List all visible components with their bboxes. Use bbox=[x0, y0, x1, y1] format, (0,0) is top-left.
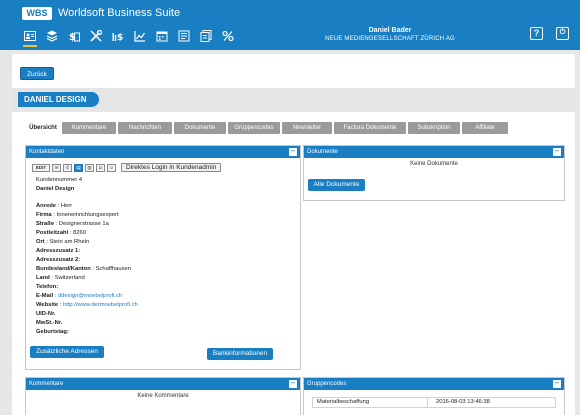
field-telefon: Telefon: bbox=[36, 284, 59, 290]
kontaktdaten-header: Kontaktdaten – bbox=[26, 146, 300, 158]
mail-icon[interactable]: ✉ bbox=[52, 163, 61, 172]
field-firma: Firma : Inneneinrichtungsexpert bbox=[36, 212, 119, 218]
bank-info-button[interactable]: Bankinformationen bbox=[207, 348, 273, 360]
top-bar: WBS Worldsoft Business Suite $ $ Daniel … bbox=[0, 0, 580, 50]
gruppencodes-panel: Gruppencodes – Materialbeschaffung 2016-… bbox=[303, 377, 565, 415]
tab-affiliate[interactable]: Affiliate bbox=[462, 122, 508, 134]
chart-icon[interactable] bbox=[129, 27, 151, 45]
collapse-icon[interactable]: – bbox=[289, 148, 297, 156]
tab-kommentare[interactable]: Kommentare bbox=[62, 122, 116, 134]
documents-icon[interactable] bbox=[195, 27, 217, 45]
field-geburtstag: Geburtstag: bbox=[36, 329, 69, 335]
tab-gruppencodes[interactable]: Gruppencodes bbox=[228, 122, 280, 134]
gruppencode-date: 2016-08-03 13:46:38 bbox=[436, 399, 490, 405]
kommentare-title: Kommentare bbox=[29, 381, 64, 387]
list-icon[interactable] bbox=[173, 27, 195, 45]
user-icon[interactable]: ☺ bbox=[107, 163, 116, 172]
tools-icon[interactable] bbox=[85, 27, 107, 45]
user-name[interactable]: Daniel Bader bbox=[300, 27, 480, 34]
contact-toolbar: EDIT ✉ ✆ ▤ ▥ ◘ ☺ Direktes Login in Kunde… bbox=[32, 163, 222, 172]
field-adresszusatz-1: Adresszusatz 1: bbox=[36, 248, 81, 254]
pdf-icon[interactable]: ▤ bbox=[74, 163, 83, 172]
kontaktdaten-title: Kontaktdaten bbox=[29, 149, 65, 155]
tab-bar: Übersicht Kommentare Nachrichten Dokumen… bbox=[26, 122, 508, 134]
tab-subskription[interactable]: Subskription bbox=[408, 122, 460, 134]
field-email: E-Mail : ddesign@moebelprofi.ch bbox=[36, 293, 123, 299]
back-button[interactable]: Zurück bbox=[20, 67, 54, 80]
no-documents-text: Keine Dokumente bbox=[410, 161, 458, 167]
money-icon[interactable]: $ bbox=[63, 27, 85, 45]
no-comments-text: Keine Kommentare bbox=[137, 393, 189, 399]
field-mwst: MwSt.-Nr. bbox=[36, 320, 63, 326]
field-anrede: Anrede : Herr bbox=[36, 203, 73, 209]
website-link[interactable]: http://www.dermoebelprofi.ch bbox=[63, 302, 138, 308]
dollar-icon[interactable]: $ bbox=[107, 27, 129, 45]
tab-nachrichten[interactable]: Nachrichten bbox=[118, 122, 172, 134]
user-company: NEUE MEDIENGESELLSCHAFT ZÜRICH AG bbox=[325, 36, 455, 42]
field-website: Website : http://www.dermoebelprofi.ch bbox=[36, 302, 138, 308]
field-plz: Postleitzahl : 8260 bbox=[36, 230, 86, 236]
customer-number: Kundennummer 4 bbox=[36, 177, 83, 183]
field-land: Land : Switzerland bbox=[36, 275, 85, 281]
dokumente-panel: Dokumente – Keine Dokumente Alle Dokumen… bbox=[303, 145, 565, 201]
kommentare-header: Kommentare – bbox=[26, 378, 300, 390]
company-name: Daniel Design bbox=[36, 186, 75, 192]
customer-title: DANIEL DESIGN bbox=[18, 92, 99, 107]
wbs-logo[interactable]: WBS bbox=[22, 7, 52, 20]
calendar-icon[interactable] bbox=[151, 27, 173, 45]
tab-newsletter[interactable]: Newsletter bbox=[282, 122, 332, 134]
tab-factura-dokumente[interactable]: Factura Dokumente bbox=[334, 122, 406, 134]
all-documents-button[interactable]: Alle Dokumente bbox=[308, 179, 365, 191]
field-uid: UID-Nr. bbox=[36, 311, 56, 317]
field-adresszusatz-2: Adresszusatz 2: bbox=[36, 257, 81, 263]
power-icon[interactable]: ⏻ bbox=[556, 27, 569, 40]
tab-dokumente[interactable]: Dokumente bbox=[174, 122, 226, 134]
table-row: Materialbeschaffung 2016-08-03 13:46:38 bbox=[312, 397, 556, 408]
field-kanton: Bundesland/Kanton : Schaffhausen bbox=[36, 266, 131, 272]
lock-icon[interactable]: ◘ bbox=[96, 163, 105, 172]
gruppencodes-header: Gruppencodes – bbox=[304, 378, 564, 390]
field-ort: Ort : Stein am Rhein bbox=[36, 239, 90, 245]
email-link[interactable]: ddesign@moebelprofi.ch bbox=[58, 293, 122, 299]
contacts-icon[interactable] bbox=[19, 27, 41, 47]
additional-addresses-button[interactable]: Zusätzliche Adressen bbox=[30, 346, 104, 358]
delete-icon[interactable]: ▥ bbox=[85, 163, 94, 172]
app-title: Worldsoft Business Suite bbox=[58, 7, 181, 19]
svg-text:$: $ bbox=[117, 33, 123, 42]
sms-icon[interactable]: ✆ bbox=[63, 163, 72, 172]
tasks-icon[interactable] bbox=[41, 27, 63, 45]
main-nav: $ $ bbox=[19, 27, 239, 47]
collapse-icon[interactable]: – bbox=[289, 380, 297, 388]
dokumente-title: Dokumente bbox=[307, 149, 338, 155]
gruppencodes-title: Gruppencodes bbox=[307, 381, 347, 387]
gruppencode-name: Materialbeschaffung bbox=[313, 398, 428, 407]
tab-uebersicht[interactable]: Übersicht bbox=[26, 122, 60, 134]
kontaktdaten-panel: Kontaktdaten – EDIT ✉ ✆ ▤ ▥ ◘ ☺ Direktes… bbox=[25, 145, 301, 370]
main-content: Zurück DANIEL DESIGN Übersicht Kommentar… bbox=[12, 54, 575, 415]
field-strasse: Straße : Designerstrasse 1a bbox=[36, 221, 109, 227]
percent-icon[interactable] bbox=[217, 27, 239, 45]
dokumente-header: Dokumente – bbox=[304, 146, 564, 158]
edit-button[interactable]: EDIT bbox=[32, 163, 50, 172]
direct-login-button[interactable]: Direktes Login in Kundenadmin bbox=[121, 163, 222, 172]
collapse-icon[interactable]: – bbox=[553, 380, 561, 388]
kommentare-panel: Kommentare – Keine Kommentare bbox=[25, 377, 301, 415]
collapse-icon[interactable]: – bbox=[553, 148, 561, 156]
help-icon[interactable]: ? bbox=[530, 27, 543, 40]
